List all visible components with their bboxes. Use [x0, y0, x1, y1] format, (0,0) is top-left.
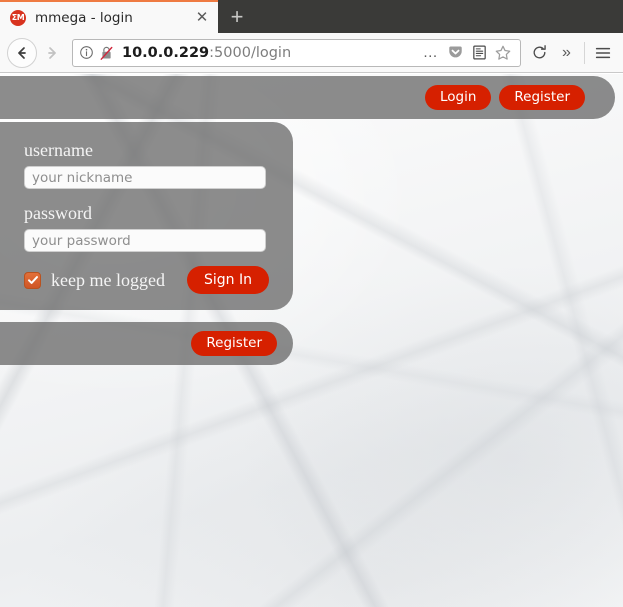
browser-tab-mmega-login[interactable]: ΣM mmega - login ✕: [0, 0, 218, 33]
sign-in-button[interactable]: Sign In: [186, 266, 269, 294]
username-label: username: [24, 140, 93, 160]
page-actions-icon[interactable]: …: [420, 42, 442, 64]
url-bar[interactable]: 10.0.0.229:5000/login …: [72, 38, 521, 67]
navigation-toolbar: 10.0.0.229:5000/login … »: [0, 33, 623, 73]
form-footer-row: keep me logged Sign In: [24, 266, 269, 294]
site-info-icon[interactable]: [79, 45, 94, 60]
password-input[interactable]: [24, 229, 266, 252]
toolbar-divider: [584, 41, 585, 64]
keep-me-logged-label: keep me logged: [51, 269, 165, 290]
forward-button: [37, 38, 67, 68]
reload-icon[interactable]: [526, 39, 553, 67]
username-input[interactable]: [24, 166, 266, 189]
hamburger-menu-icon[interactable]: [589, 39, 616, 67]
tab-title: mmega - login: [35, 9, 133, 26]
browser-window: ΣM mmega - login ✕ + 10.0.0.229:5000/log…: [0, 0, 623, 607]
overflow-chevron-icon[interactable]: »: [553, 39, 580, 67]
url-host: 10.0.0.229: [122, 44, 210, 61]
mmega-favicon-icon: ΣM: [10, 9, 26, 26]
new-tab-button[interactable]: +: [218, 2, 256, 33]
close-icon[interactable]: ✕: [192, 8, 212, 28]
reader-view-icon[interactable]: [468, 42, 490, 64]
header-register-button[interactable]: Register: [499, 84, 585, 111]
url-text: 10.0.0.229:5000/login: [122, 45, 420, 61]
page-content: Login Register username password: [0, 74, 623, 607]
forward-arrow-icon: [44, 45, 60, 61]
back-arrow-icon: [14, 45, 30, 61]
checkmark-icon: [27, 274, 39, 286]
keep-me-logged-checkbox[interactable]: [24, 271, 41, 289]
url-action-icons: …: [420, 42, 514, 64]
pocket-icon[interactable]: [444, 42, 466, 64]
register-panel: Register: [0, 322, 293, 365]
url-path: :5000/login: [209, 44, 292, 61]
star-bookmark-icon[interactable]: [492, 42, 514, 64]
password-label: password: [24, 203, 92, 223]
back-button[interactable]: [7, 37, 37, 68]
site-header-bar: Login Register: [0, 76, 615, 119]
insecure-broken-lock-icon[interactable]: [99, 45, 114, 61]
register-button[interactable]: Register: [191, 330, 277, 357]
login-button[interactable]: Login: [424, 84, 492, 111]
toolbar-right-icons: »: [526, 39, 616, 67]
tab-strip: ΣM mmega - login ✕ +: [0, 0, 623, 33]
login-form-panel: username password keep me logged Sign In: [0, 122, 293, 310]
